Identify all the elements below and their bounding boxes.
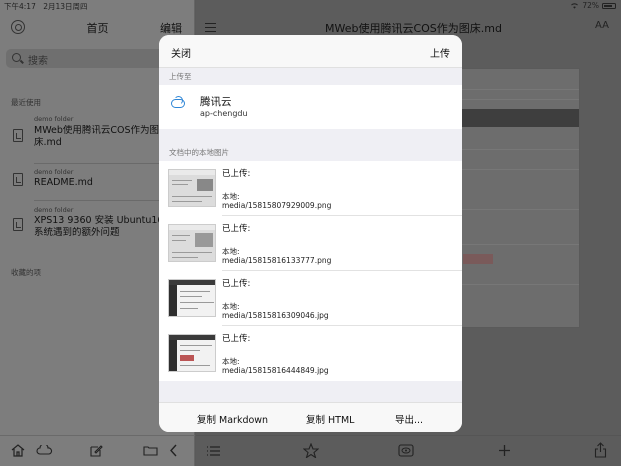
image-thumbnail — [168, 334, 216, 372]
image-row[interactable]: 已上传: 本地: media/15815816444849.jpg — [159, 326, 462, 381]
dialog-footer: 复制 Markdown 复制 HTML 导出... — [159, 402, 462, 432]
upload-to-label: 上传至 — [169, 72, 192, 81]
star-icon[interactable] — [303, 443, 319, 458]
local-path: media/15815816444849.jpg — [222, 366, 329, 375]
section-header-local-images: 文档中的本地图片 — [159, 129, 462, 161]
upload-status: 已上传: — [222, 169, 251, 179]
wifi-icon — [571, 3, 579, 9]
document-icon — [13, 218, 23, 231]
document-folder: demo folder — [34, 168, 74, 176]
cloud-icon — [171, 96, 185, 108]
local-path: media/15815816309046.jpg — [222, 311, 329, 320]
menu-icon[interactable] — [205, 23, 216, 32]
edit-button[interactable]: 编辑 — [160, 20, 182, 36]
image-thumbnail — [168, 224, 216, 262]
battery-percent: 72% — [582, 1, 599, 10]
compose-icon[interactable] — [90, 444, 103, 457]
image-row[interactable]: 已上传: 本地: media/15815816133777.png — [159, 216, 462, 271]
add-icon[interactable] — [498, 444, 511, 457]
list-icon[interactable] — [206, 445, 221, 457]
cloud-region: ap-chengdu — [200, 109, 248, 118]
battery-icon — [602, 2, 616, 9]
document-title: MWeb使用腾讯云COS作为图床.md — [325, 22, 502, 35]
new-folder-icon[interactable] — [143, 445, 158, 456]
image-thumbnail — [168, 169, 216, 207]
cloud-service-name: 腾讯云 — [200, 96, 232, 108]
font-size-button[interactable]: AA — [595, 20, 609, 31]
section-header-upload-to: 上传至 — [159, 68, 462, 85]
preview-icon[interactable] — [398, 444, 414, 457]
upload-status: 已上传: — [222, 224, 251, 234]
status-time: 下午4:17 — [4, 2, 36, 11]
chevron-left-icon[interactable] — [170, 444, 178, 457]
copy-html-button[interactable]: 复制 HTML — [306, 412, 354, 426]
image-thumbnail — [168, 279, 216, 317]
document-folder: demo folder — [34, 206, 74, 214]
copy-markdown-button[interactable]: 复制 Markdown — [197, 412, 268, 426]
image-row[interactable]: 已上传: 本地: media/15815816309046.jpg — [159, 271, 462, 326]
status-bar: 下午4:17 2月13日周四 72% — [0, 0, 621, 12]
document-folder: demo folder — [34, 115, 74, 123]
share-icon[interactable] — [594, 442, 607, 458]
document-icon — [13, 129, 23, 142]
search-placeholder: 搜索 — [28, 56, 48, 67]
home-icon[interactable] — [11, 444, 25, 457]
embedded-screenshot-image — [456, 68, 580, 328]
upload-status: 已上传: — [222, 279, 251, 289]
export-button[interactable]: 导出... — [395, 412, 423, 426]
editor-toolbar — [196, 435, 621, 466]
upload-status: 已上传: — [222, 334, 251, 344]
upload-images-dialog: 关闭 上传 上传至 腾讯云 ap-chengdu 文档中的本地图片 已上传: 本… — [159, 35, 462, 432]
recent-section-label: 最近使用 — [11, 98, 41, 107]
document-icon — [13, 173, 23, 186]
local-images-label: 文档中的本地图片 — [169, 148, 229, 157]
image-row[interactable]: 已上传: 本地: media/15815807929009.png — [159, 161, 462, 216]
status-date: 2月13日周四 — [43, 2, 88, 11]
list-footer-spacer — [159, 381, 462, 402]
local-path: media/15815816133777.png — [222, 256, 332, 265]
favorites-section-label: 收藏的项 — [11, 268, 41, 277]
dialog-header: 关闭 上传 — [159, 35, 462, 68]
close-button[interactable]: 关闭 — [171, 45, 191, 60]
cloud-service-row[interactable]: 腾讯云 ap-chengdu — [159, 85, 462, 129]
local-path: media/15815807929009.png — [222, 201, 332, 210]
cloud-icon[interactable] — [36, 445, 53, 455]
upload-button[interactable]: 上传 — [430, 45, 450, 60]
search-icon — [12, 53, 21, 62]
sidebar-toolbar — [0, 435, 195, 466]
